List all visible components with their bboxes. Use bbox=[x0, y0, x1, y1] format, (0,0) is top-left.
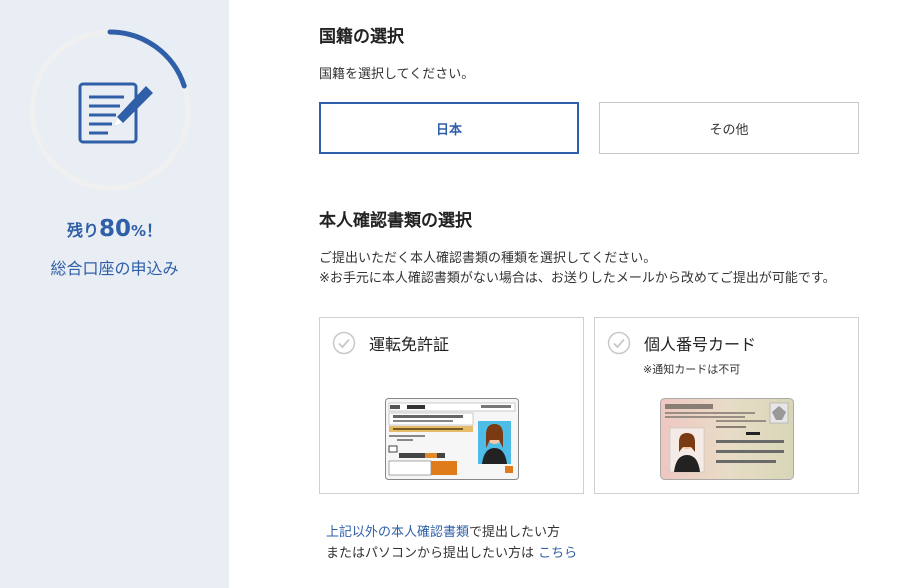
other-id-docs-link[interactable]: 上記以外の本人確認書類 bbox=[326, 525, 469, 540]
id-docs-heading: 本人確認書類の選択 bbox=[319, 211, 472, 231]
check-circle-icon bbox=[332, 331, 356, 355]
remaining-label: 残り bbox=[66, 221, 99, 240]
alternative-submission-note: 上記以外の本人確認書類で提出したい方 またはパソコンから提出したい方は こちら bbox=[326, 522, 577, 564]
application-title: 総合口座の申込み bbox=[50, 259, 179, 278]
nationality-japan-button[interactable]: 日本 bbox=[319, 102, 579, 154]
check-circle-icon bbox=[607, 331, 631, 355]
progress-sidebar: 残り80%！ 総合口座の申込み bbox=[0, 0, 229, 588]
my-number-card-image bbox=[660, 398, 794, 480]
footer-text-1: で提出したい方 bbox=[469, 525, 561, 540]
id-docs-instruction-1: ご提出いただく本人確認書類の種類を選択してください。 bbox=[319, 251, 657, 266]
remaining-progress: 残り80%！ bbox=[0, 216, 229, 242]
my-number-note: ※通知カードは不可 bbox=[643, 363, 741, 376]
drivers-license-image bbox=[385, 398, 519, 480]
nationality-heading: 国籍の選択 bbox=[319, 27, 404, 47]
footer-text-2: またはパソコンから提出したい方は bbox=[326, 546, 535, 561]
my-number-label: 個人番号カード bbox=[644, 335, 757, 354]
drivers-license-label: 運転免許証 bbox=[369, 335, 450, 354]
nationality-instruction: 国籍を選択してください。 bbox=[319, 67, 475, 82]
nationality-other-button[interactable]: その他 bbox=[599, 102, 859, 154]
document-edit-icon bbox=[78, 82, 153, 144]
here-link[interactable]: こちら bbox=[538, 546, 577, 561]
id-docs-instruction-2: ※お手元に本人確認書類がない場合は、お送りしたメールから改めてご提出が可能です。 bbox=[319, 271, 836, 286]
percent-sign: % bbox=[130, 222, 147, 240]
remaining-percent: 80 bbox=[98, 216, 131, 242]
my-number-card[interactable]: 個人番号カード ※通知カードは不可 bbox=[594, 317, 859, 494]
drivers-license-card[interactable]: 運転免許証 bbox=[319, 317, 584, 494]
exclamation: ！ bbox=[146, 221, 163, 240]
